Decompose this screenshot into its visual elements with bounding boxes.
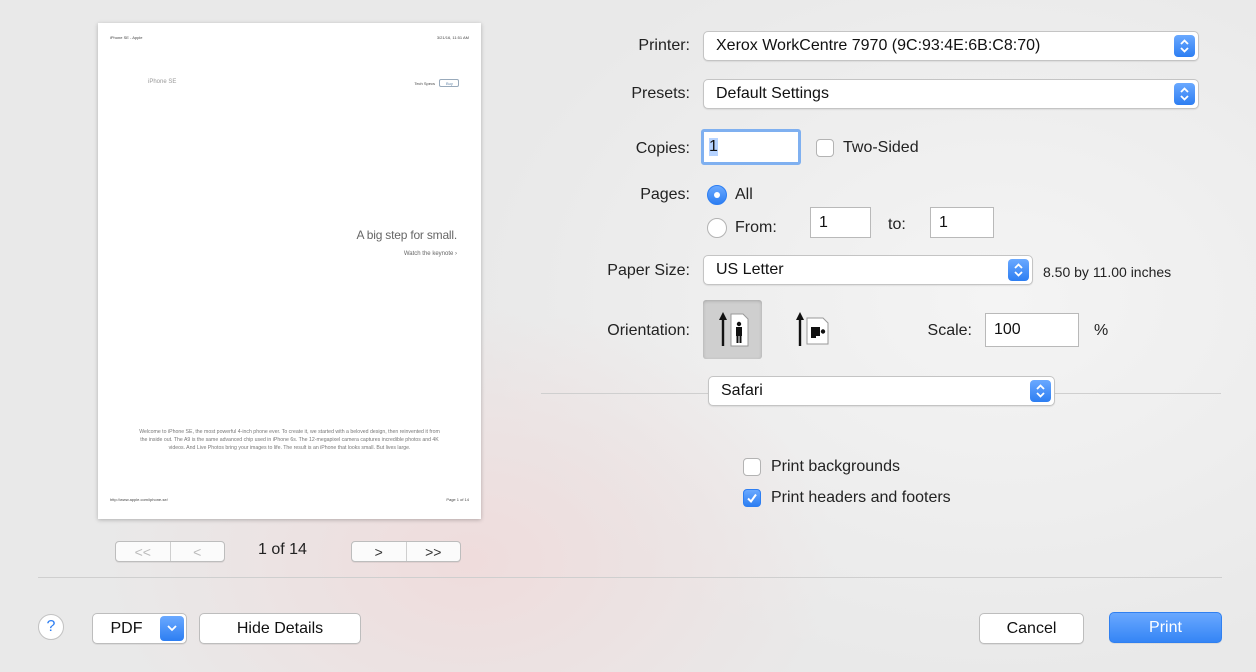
page-counter: 1 of 14	[258, 541, 307, 558]
paper-size-popup[interactable]: US Letter	[703, 255, 1033, 285]
pages-all-label: All	[735, 186, 753, 203]
paper-size-label: Paper Size:	[607, 262, 690, 279]
hide-details-button[interactable]: Hide Details	[199, 613, 361, 644]
pages-label: Pages:	[640, 186, 690, 203]
preview-footer-right: Page 1 of 14	[446, 497, 469, 502]
copies-label: Copies:	[635, 140, 690, 157]
popup-stepper-icon	[1008, 259, 1029, 281]
presets-value: Default Settings	[716, 85, 829, 102]
presets-label: Presets:	[631, 85, 690, 102]
print-headers-footers-checkbox[interactable]	[743, 489, 761, 507]
print-preview-page: iPhone SE - Apple 3/21/16, 11:51 AM iPho…	[98, 23, 481, 519]
previous-page-button[interactable]: <	[169, 542, 225, 561]
orientation-label: Orientation:	[607, 322, 690, 339]
print-backgrounds-checkbox[interactable]	[743, 458, 761, 476]
presets-popup[interactable]: Default Settings	[703, 79, 1199, 109]
printer-label: Printer:	[638, 37, 690, 54]
cancel-button[interactable]: Cancel	[979, 613, 1084, 644]
landscape-orientation-icon	[795, 311, 828, 346]
pages-all-radio[interactable]	[707, 185, 727, 205]
two-sided-checkbox[interactable]	[816, 139, 834, 157]
paper-dimensions: 8.50 by 11.00 inches	[1043, 264, 1172, 280]
safari-options-value: Safari	[721, 382, 763, 399]
scale-input[interactable]: 100	[985, 313, 1079, 347]
copies-input[interactable]: 1	[701, 129, 801, 165]
page-nav-forward-group: > >>	[351, 541, 461, 562]
scale-unit: %	[1094, 322, 1109, 339]
pages-from-input[interactable]: 1	[810, 207, 871, 238]
pages-to-label: to:	[888, 216, 906, 233]
portrait-orientation-icon	[718, 311, 748, 346]
pdf-menu-button[interactable]: PDF	[92, 613, 187, 644]
preview-headline: A big step for small.	[356, 228, 457, 242]
page-nav-back-group: << <	[115, 541, 225, 562]
print-backgrounds-label: Print backgrounds	[771, 458, 900, 475]
two-sided-label: Two-Sided	[843, 139, 919, 156]
landscape-orientation-button[interactable]	[782, 300, 841, 359]
popup-stepper-icon	[1174, 83, 1195, 105]
preview-footer-left: http://www.apple.com/iphone-se/	[110, 497, 168, 502]
pdf-button-label: PDF	[110, 619, 143, 637]
preview-keynote-link: Watch the keynote ›	[403, 251, 457, 257]
portrait-orientation-button[interactable]	[703, 300, 762, 359]
pages-range-radio[interactable]	[707, 218, 727, 238]
popup-stepper-icon	[1030, 380, 1051, 402]
preview-buy-button: Buy	[439, 79, 459, 87]
preview-body-text: Welcome to iPhone SE, the most powerful …	[139, 429, 440, 452]
help-button[interactable]: ?	[38, 614, 64, 640]
printer-value: Xerox WorkCentre 7970 (9C:93:4E:6B:C8:70…	[716, 37, 1041, 54]
copies-value: 1	[709, 138, 718, 156]
pages-to-input[interactable]: 1	[930, 207, 994, 238]
paper-size-value: US Letter	[716, 261, 784, 278]
popup-stepper-icon	[1174, 35, 1195, 57]
pages-to-value: 1	[939, 213, 948, 231]
scale-label: Scale:	[927, 322, 972, 339]
print-headers-footers-label: Print headers and footers	[771, 489, 951, 506]
preview-tech-specs: Tech Specs	[414, 81, 435, 86]
chevron-down-icon	[160, 616, 184, 641]
next-page-button[interactable]: >	[352, 542, 406, 561]
preview-header-left: iPhone SE - Apple	[110, 35, 143, 40]
preview-header-right: 3/21/16, 11:51 AM	[436, 35, 469, 40]
preview-logo-text: iPhone SE	[148, 79, 177, 85]
last-page-button[interactable]: >>	[405, 542, 461, 561]
checkmark-icon	[747, 493, 757, 504]
printer-popup[interactable]: Xerox WorkCentre 7970 (9C:93:4E:6B:C8:70…	[703, 31, 1199, 61]
footer-separator	[38, 577, 1222, 578]
pages-from-value: 1	[819, 213, 828, 231]
pages-from-label: From:	[735, 219, 777, 236]
scale-value: 100	[994, 321, 1021, 338]
first-page-button[interactable]: <<	[116, 542, 170, 561]
print-button[interactable]: Print	[1109, 612, 1222, 643]
safari-options-popup[interactable]: Safari	[708, 376, 1055, 406]
